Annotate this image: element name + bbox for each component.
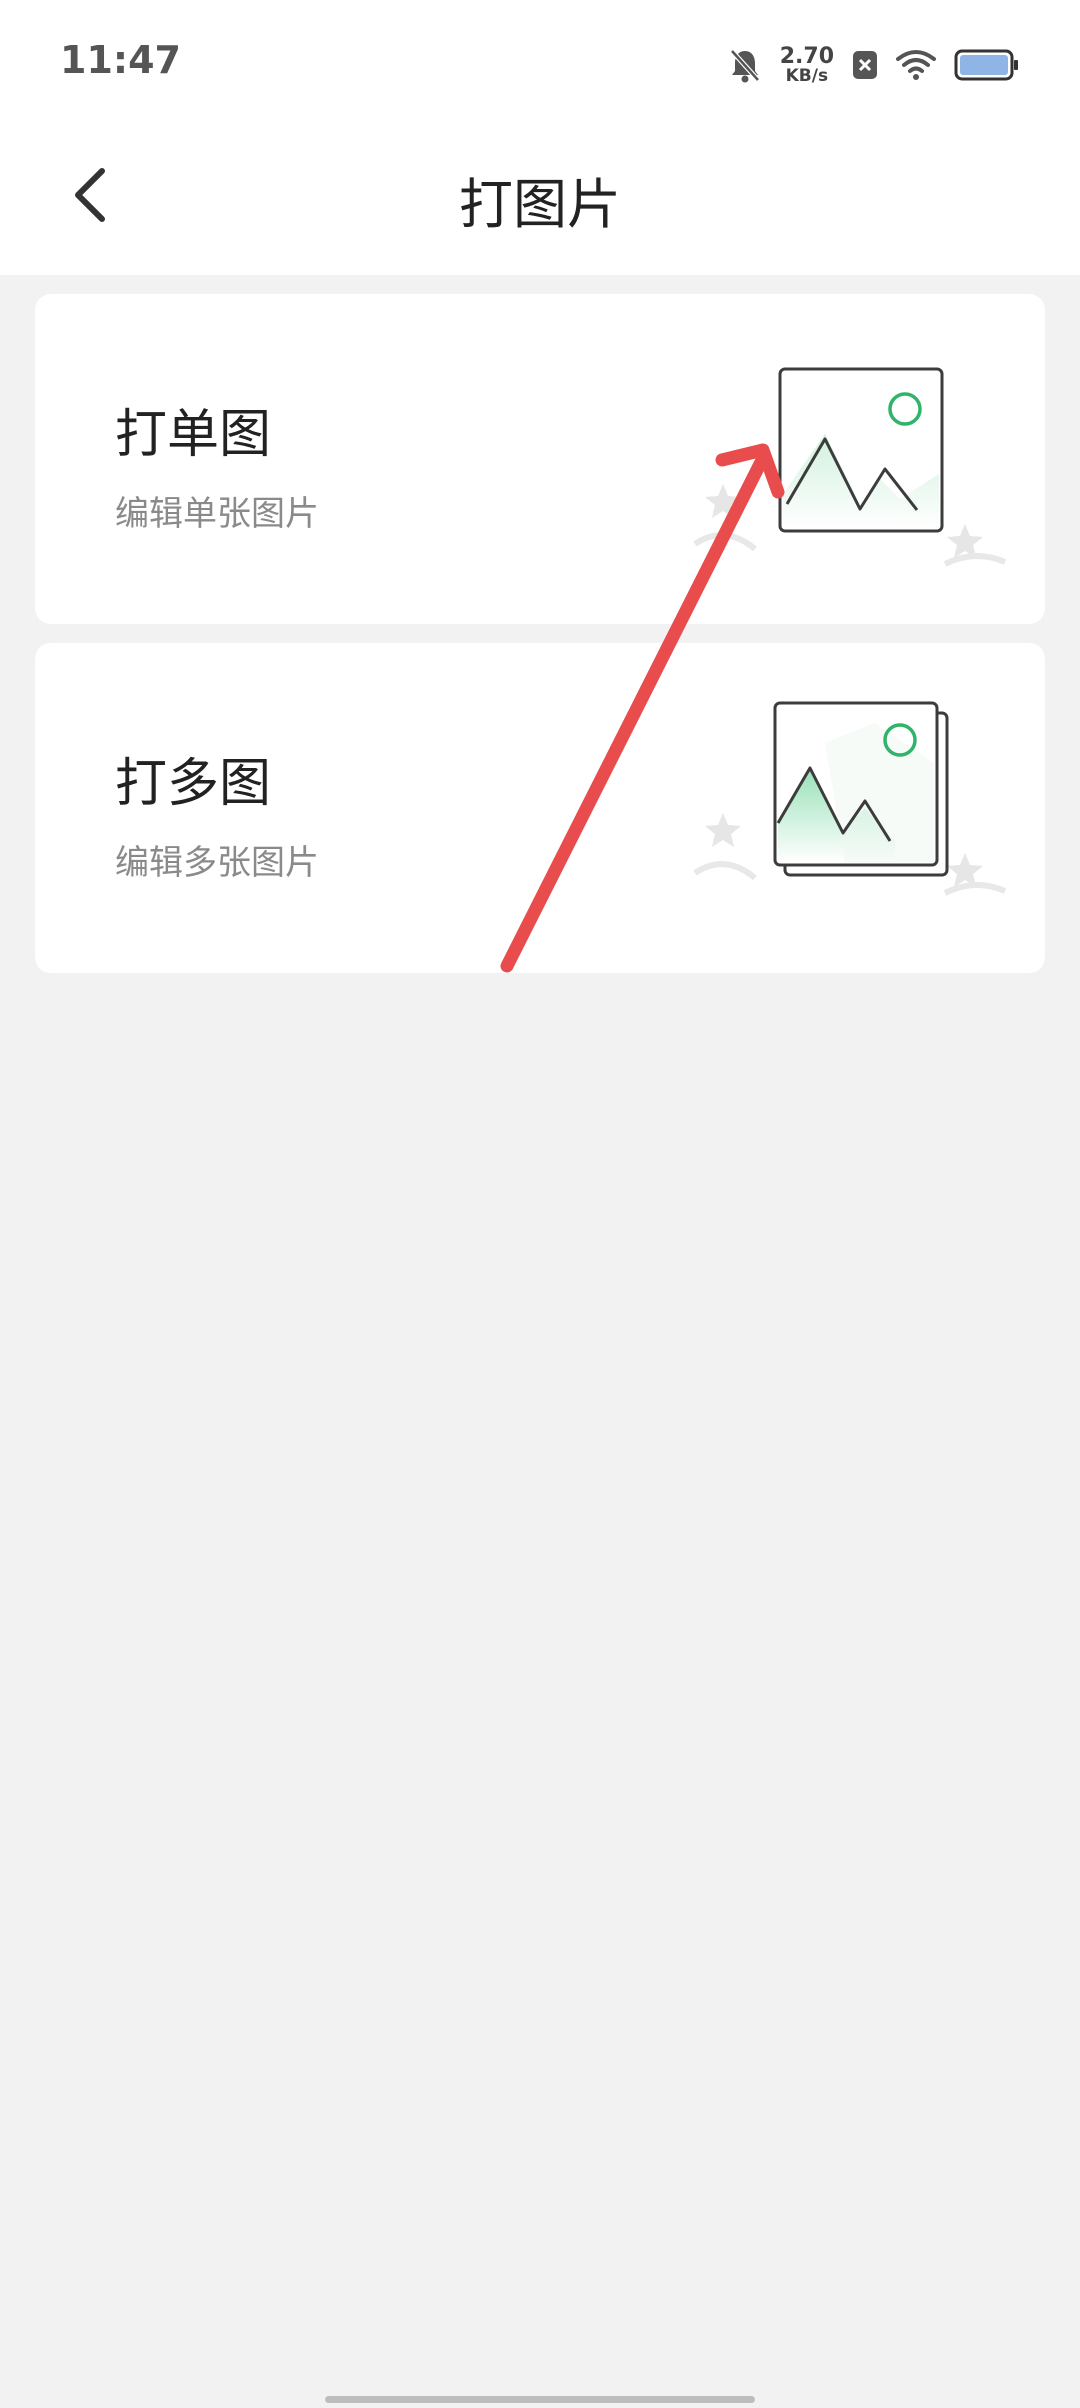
single-image-icon <box>693 367 1007 567</box>
net-speed-value: 2.70 <box>779 43 834 69</box>
option-title: 打多图 <box>115 754 272 814</box>
option-title: 打单图 <box>115 405 272 465</box>
status-time: 11:47 <box>60 38 181 82</box>
bell-muted-icon <box>729 49 760 83</box>
battery-icon <box>954 49 1018 81</box>
single-image-option[interactable]: 打单图 编辑单张图片 <box>35 294 1045 624</box>
status-icons: 2.70 KB/s <box>728 40 1020 90</box>
option-subtitle: 编辑单张图片 <box>115 494 319 534</box>
net-speed-unit: KB/s <box>785 65 829 86</box>
x-badge-icon <box>853 51 877 79</box>
multi-image-option[interactable]: 打多图 编辑多张图片 <box>35 643 1045 973</box>
top-bar: 11:47 2.70 KB/s 打图片 <box>0 0 1080 275</box>
multi-image-icon <box>693 701 1007 896</box>
net-speed: 2.70 KB/s <box>779 43 834 86</box>
option-subtitle: 编辑多张图片 <box>115 843 319 883</box>
wifi-icon <box>896 50 936 80</box>
page-title: 打图片 <box>459 173 621 236</box>
home-indicator[interactable] <box>325 2396 755 2403</box>
